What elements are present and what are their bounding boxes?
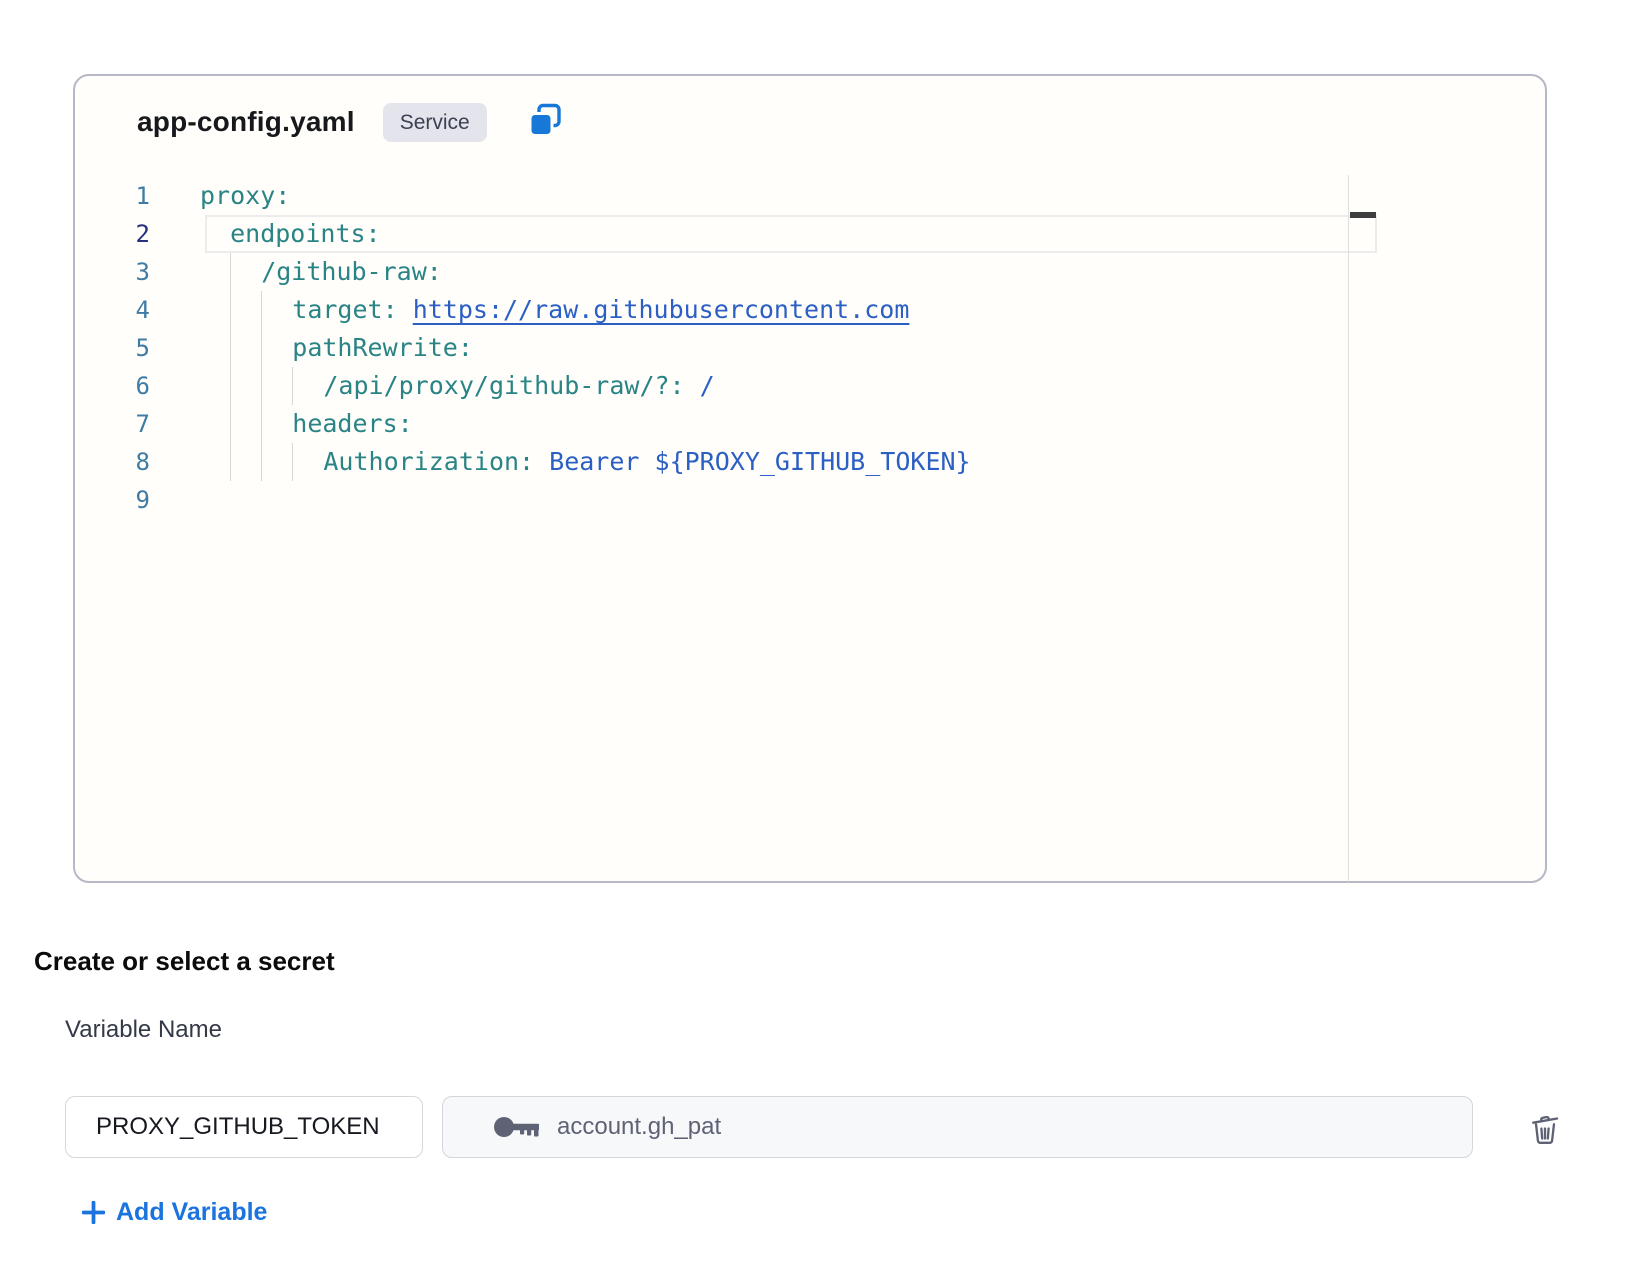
code-line-7[interactable]: 7 headers:	[75, 405, 1545, 443]
line-number: 2	[75, 215, 165, 253]
indent-space	[200, 329, 230, 367]
code-line-2[interactable]: 2 endpoints:	[75, 215, 1545, 253]
card-header: app-config.yaml Service	[137, 100, 563, 144]
secret-heading: Create or select a secret	[34, 946, 335, 977]
indent-space	[200, 291, 230, 329]
config-editor-card: app-config.yaml Service 1 proxy: 2 endpoint…	[73, 74, 1547, 883]
indent-space	[200, 405, 230, 443]
indent-guide	[230, 291, 261, 329]
line-number: 4	[75, 291, 165, 329]
code-token-plain	[398, 291, 413, 329]
indent-guide	[261, 291, 292, 329]
code-token-link: https://raw.githubusercontent.com	[413, 291, 910, 329]
code-line-9[interactable]: 9	[75, 481, 1545, 519]
code-token-key: endpoints:	[230, 215, 381, 253]
indent-space	[200, 215, 230, 253]
line-number: 7	[75, 405, 165, 443]
indent-guide	[292, 443, 323, 481]
code-line-content: Authorization: Bearer ${PROXY_GITHUB_TOK…	[165, 443, 971, 481]
yaml-editor[interactable]: 1proxy:2endpoints:3/github-raw:4target: …	[75, 177, 1545, 519]
code-token-key: Authorization:	[323, 443, 534, 481]
code-line-content: endpoints:	[165, 215, 381, 253]
add-variable-button[interactable]: Add Variable	[82, 1194, 267, 1230]
indent-guide	[261, 443, 292, 481]
code-line-3[interactable]: 3/github-raw:	[75, 253, 1545, 291]
line-number: 9	[75, 481, 165, 519]
line-number: 5	[75, 329, 165, 367]
indent-guide	[230, 367, 261, 405]
indent-guide	[230, 405, 261, 443]
indent-guide	[261, 367, 292, 405]
line-number: 6	[75, 367, 165, 405]
copy-icon	[527, 103, 563, 142]
code-line-content: pathRewrite:	[165, 329, 473, 367]
indent-space	[200, 443, 230, 481]
variable-name-input[interactable]	[65, 1096, 423, 1158]
code-token-key: proxy:	[200, 177, 290, 215]
service-badge: Service	[383, 103, 487, 142]
line-number: 8	[75, 443, 165, 481]
code-token-value: /	[700, 367, 715, 405]
indent-guide	[261, 405, 292, 443]
code-line-6[interactable]: 6/api/proxy/github-raw/?: /	[75, 367, 1545, 405]
code-token-value: Bearer ${PROXY_GITHUB_TOKEN}	[549, 443, 970, 481]
copy-button[interactable]	[527, 104, 563, 140]
code-line-4[interactable]: 4target: https://raw.githubusercontent.c…	[75, 291, 1545, 329]
code-line-1[interactable]: 1 proxy:	[75, 177, 1545, 215]
code-token-plain	[685, 367, 700, 405]
indent-guide	[261, 329, 292, 367]
code-token-key: headers:	[292, 405, 412, 443]
line-number: 3	[75, 253, 165, 291]
trash-icon	[1526, 1109, 1564, 1150]
key-icon	[493, 1114, 541, 1140]
code-token-key: target:	[292, 291, 397, 329]
variable-name-label: Variable Name	[65, 1016, 222, 1044]
code-token-plain	[534, 443, 549, 481]
code-token-key: /api/proxy/github-raw/?:	[323, 367, 684, 405]
filename-title: app-config.yaml	[137, 106, 355, 138]
code-line-8[interactable]: 8Authorization: Bearer ${PROXY_GITHUB_TO…	[75, 443, 1545, 481]
code-line-content: headers:	[165, 405, 413, 443]
code-line-5[interactable]: 5 pathRewrite:	[75, 329, 1545, 367]
indent-guide	[230, 253, 261, 291]
indent-guide	[292, 367, 323, 405]
code-line-content: proxy:	[165, 177, 290, 215]
code-line-content: /api/proxy/github-raw/?: /	[165, 367, 715, 405]
delete-variable-button[interactable]	[1524, 1108, 1566, 1150]
editor-scrollbar-track	[1348, 175, 1349, 882]
line-number: 1	[75, 177, 165, 215]
plus-icon	[82, 1201, 105, 1224]
code-line-content: target: https://raw.githubusercontent.co…	[165, 291, 909, 329]
code-line-content: /github-raw:	[165, 253, 442, 291]
indent-guide	[230, 329, 261, 367]
code-token-key: /github-raw:	[261, 253, 442, 291]
indent-space	[200, 367, 230, 405]
code-line-content	[165, 481, 200, 519]
code-token-key: pathRewrite:	[292, 329, 473, 367]
editor-scrollbar-thumb[interactable]	[1350, 212, 1376, 218]
add-variable-label: Add Variable	[116, 1198, 267, 1227]
secret-select-value: account.gh_pat	[557, 1113, 721, 1141]
secret-select[interactable]: account.gh_pat	[442, 1096, 1473, 1158]
page: app-config.yaml Service 1 proxy: 2 endpoint…	[0, 0, 1628, 1268]
indent-guide	[230, 443, 261, 481]
indent-space	[200, 253, 230, 291]
